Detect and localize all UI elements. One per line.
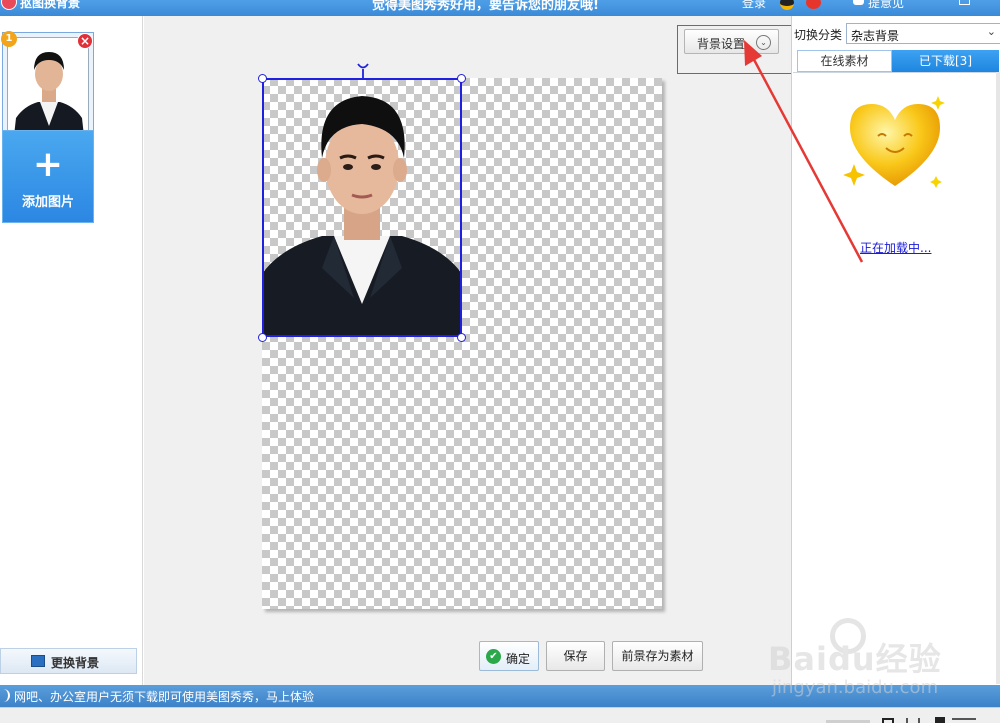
confirm-label: 确定 — [506, 652, 531, 666]
watermark-url: jingyan.baidu.com — [772, 677, 939, 698]
loading-link[interactable]: 正在加载中... — [860, 239, 931, 256]
speaker-icon — [0, 689, 10, 702]
save-button[interactable]: 保存 — [546, 641, 605, 671]
status-message[interactable]: 网吧、办公室用户无须下载即可使用美图秀秀，马上体验 — [14, 688, 314, 705]
qq-penguin-icon[interactable] — [780, 0, 794, 10]
feedback-link[interactable]: 提意见 — [868, 0, 904, 11]
delete-image-icon[interactable]: × — [77, 33, 93, 49]
login-link[interactable]: 登录 — [742, 0, 766, 11]
check-circle-icon: ✔ — [486, 649, 501, 664]
resize-handle-top-right[interactable] — [457, 74, 466, 83]
category-selected-value: 杂志背景 — [851, 29, 900, 43]
taskbar-icon[interactable] — [952, 718, 976, 723]
image-number-badge: 1 — [1, 31, 17, 47]
image-thumbnail[interactable]: 1 × — [1, 31, 94, 140]
change-background-label: 更换背景 — [51, 656, 100, 670]
image-list-panel: 1 × + 添加图片 更换背景 — [0, 16, 143, 685]
chevron-down-icon: ⌄ — [756, 35, 771, 50]
resize-handle-bottom-right[interactable] — [457, 333, 466, 342]
resize-handle-top-left[interactable] — [258, 74, 267, 83]
taskbar-icon[interactable] — [935, 717, 945, 723]
add-image-label: 添加图片 — [21, 195, 74, 210]
rotate-handle-icon[interactable] — [357, 63, 369, 79]
material-list: 正在加载中... — [793, 72, 998, 684]
plus-icon: + — [32, 144, 64, 185]
taskbar-icon[interactable] — [882, 718, 894, 723]
background-settings-label: 背景设置 — [697, 37, 746, 51]
background-settings-button[interactable]: 背景设置 ⌄ — [684, 29, 779, 54]
meitu-logo-icon — [1, 0, 17, 10]
window-maximize-button[interactable] — [959, 0, 970, 5]
loading-heart-icon — [843, 96, 945, 188]
material-panel: 切换分类 杂志背景 ⌄ 在线素材 已下载[3] 正在加载中... — [791, 16, 1000, 685]
window-title: 抠图换背景 — [20, 0, 81, 10]
change-background-button[interactable]: 更换背景 — [0, 648, 137, 674]
save-foreground-as-material-button[interactable]: 前景存为素材 — [612, 641, 703, 671]
category-select[interactable]: 杂志背景 ⌄ — [846, 23, 1000, 44]
tab-online-materials[interactable]: 在线素材 — [797, 50, 892, 72]
taskbar-strip — [0, 707, 1000, 723]
thumbnail-photo — [7, 37, 89, 135]
resize-handle-bottom-left[interactable] — [258, 333, 267, 342]
picture-icon — [31, 655, 45, 667]
slogan-text: 觉得美图秀秀好用，要告诉您的朋友哦! — [372, 0, 599, 13]
selection-frame[interactable] — [262, 78, 462, 337]
speech-bubble-icon[interactable] — [853, 0, 864, 5]
vertical-scrollbar[interactable] — [996, 72, 1000, 684]
baidu-watermark: Baidu经验 jingyan.baidu.com — [768, 610, 996, 706]
title-bar: 抠图换背景 觉得美图秀秀好用，要告诉您的朋友哦! 登录 提意见 — [0, 0, 1000, 16]
confirm-button[interactable]: ✔ 确定 — [479, 641, 539, 671]
category-label: 切换分类 — [794, 28, 843, 42]
weibo-icon[interactable] — [806, 0, 821, 9]
tab-downloaded[interactable]: 已下载[3] — [892, 50, 999, 72]
taskbar-icon[interactable] — [906, 718, 920, 723]
add-image-button[interactable]: + 添加图片 — [2, 130, 94, 223]
editing-canvas-area: 背景设置 ⌄ ✔ 确定 保存 前景存为素材 — [144, 16, 794, 685]
watermark-logo: Baidu经验 — [768, 640, 942, 678]
chevron-down-icon: ⌄ — [986, 25, 996, 38]
portrait-thumbnail — [8, 38, 88, 134]
